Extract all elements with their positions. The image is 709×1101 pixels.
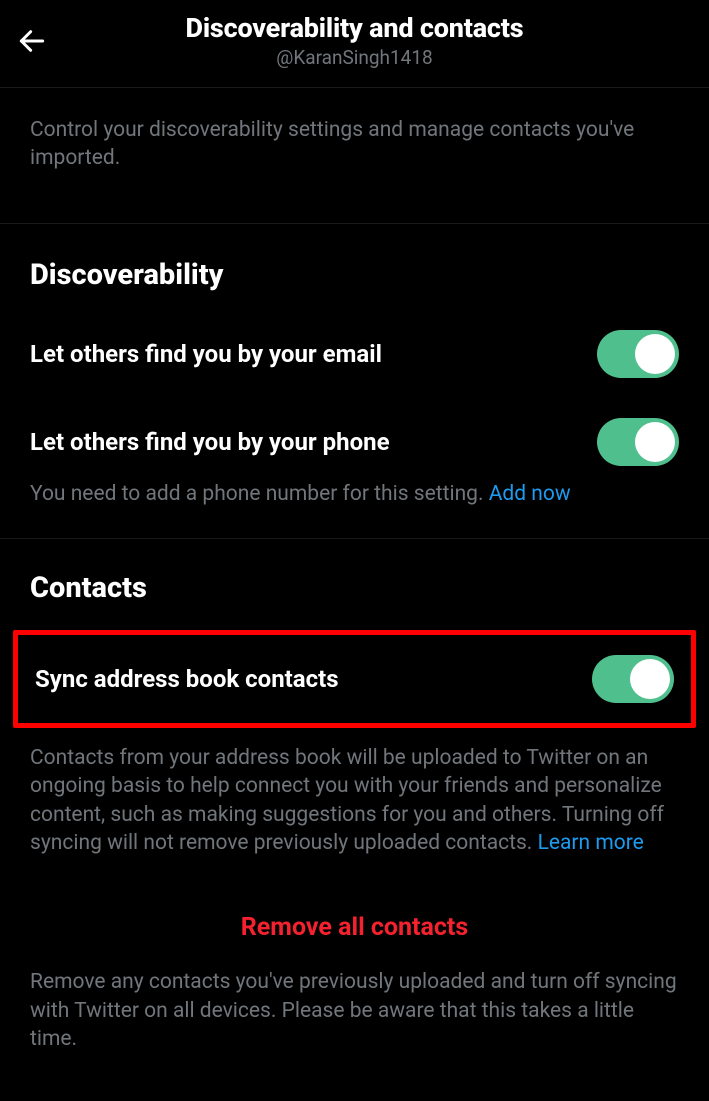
sync-contacts-toggle[interactable] <box>592 655 674 703</box>
sync-contacts-row: Sync address book contacts <box>13 630 696 728</box>
find-by-email-label: Let others find you by your email <box>30 340 597 368</box>
page-subtitle: @KaranSingh1418 <box>60 46 649 69</box>
contacts-title: Contacts <box>30 571 679 605</box>
toggle-knob <box>630 659 670 699</box>
find-by-phone-toggle[interactable] <box>597 418 679 466</box>
contacts-section: Contacts Sync address book contacts Cont… <box>0 539 709 1083</box>
learn-more-link[interactable]: Learn more <box>538 831 644 855</box>
add-phone-link[interactable]: Add now <box>489 482 571 506</box>
sync-helper: Contacts from your address book will be … <box>30 744 679 857</box>
sync-contacts-label: Sync address book contacts <box>30 665 592 693</box>
arrow-left-icon <box>16 25 48 57</box>
find-by-phone-label: Let others find you by your phone <box>30 428 597 456</box>
discoverability-title: Discoverability <box>30 258 679 292</box>
phone-helper: You need to add a phone number for this … <box>30 480 679 508</box>
page-header: Discoverability and contacts @KaranSingh… <box>0 0 709 88</box>
page-description: Control your discoverability settings an… <box>0 88 709 224</box>
find-by-email-row: Let others find you by your email <box>30 330 679 378</box>
remove-helper: Remove any contacts you've previously up… <box>30 968 679 1053</box>
toggle-knob <box>635 422 675 462</box>
discoverability-section: Discoverability Let others find you by y… <box>0 224 709 539</box>
toggle-knob <box>635 334 675 374</box>
header-titles: Discoverability and contacts @KaranSingh… <box>60 12 649 69</box>
find-by-phone-row: Let others find you by your phone <box>30 418 679 466</box>
find-by-email-toggle[interactable] <box>597 330 679 378</box>
remove-all-contacts-button[interactable]: Remove all contacts <box>30 913 679 942</box>
page-title: Discoverability and contacts <box>60 12 649 44</box>
back-button[interactable] <box>16 19 60 63</box>
phone-helper-text: You need to add a phone number for this … <box>30 482 489 506</box>
